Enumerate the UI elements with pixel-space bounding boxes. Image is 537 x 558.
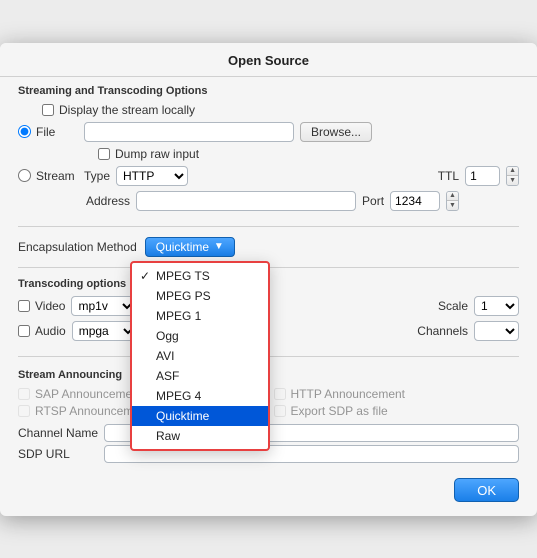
- browse-button[interactable]: Browse...: [300, 122, 372, 142]
- display-stream-row: Display the stream locally: [18, 103, 519, 117]
- port-up[interactable]: ▲: [447, 192, 458, 202]
- display-stream-label[interactable]: Display the stream locally: [42, 103, 195, 117]
- ttl-stepper[interactable]: ▲ ▼: [506, 166, 519, 186]
- dropdown-item-mpeg-4[interactable]: MPEG 4: [132, 386, 268, 406]
- sdp-url-field-label: SDP URL: [18, 447, 98, 461]
- dialog-title: Open Source: [0, 43, 537, 77]
- port-down[interactable]: ▼: [447, 201, 458, 210]
- stream-radio-label[interactable]: Stream: [18, 169, 78, 183]
- http-announcement-checkbox[interactable]: [274, 388, 286, 400]
- file-radio[interactable]: [18, 125, 31, 138]
- type-select[interactable]: HTTP UDP RTP: [116, 166, 188, 186]
- audio-checkbox[interactable]: [18, 325, 30, 337]
- scale-label: Scale: [438, 299, 468, 313]
- address-input[interactable]: [136, 191, 356, 211]
- export-sdp-checkbox[interactable]: [274, 405, 286, 417]
- bottom-row: OK: [0, 470, 537, 502]
- dropdown-item-mpeg-ps[interactable]: MPEG PS: [132, 286, 268, 306]
- channels-label: Channels: [417, 324, 468, 338]
- stream-row: Stream Type HTTP UDP RTP TTL ▲ ▼: [18, 166, 519, 186]
- channel-name-field-label: Channel Name: [18, 426, 98, 440]
- encapsulation-dropdown: MPEG TS MPEG PS MPEG 1 Ogg AVI ASF MPEG …: [130, 261, 270, 451]
- ttl-up[interactable]: ▲: [507, 167, 518, 177]
- port-input[interactable]: [390, 191, 440, 211]
- port-stepper[interactable]: ▲ ▼: [446, 191, 459, 211]
- dropdown-item-mpeg-1[interactable]: MPEG 1: [132, 306, 268, 326]
- dropdown-item-avi[interactable]: AVI: [132, 346, 268, 366]
- video-checkbox-label[interactable]: Video: [18, 299, 65, 313]
- file-row: File Browse...: [18, 122, 519, 142]
- encapsulation-row: Encapsulation Method Quicktime ▼ MPEG TS…: [0, 233, 537, 261]
- stream-radio[interactable]: [18, 169, 31, 182]
- dump-raw-row: Dump raw input: [18, 147, 519, 161]
- file-input[interactable]: [84, 122, 294, 142]
- display-stream-checkbox[interactable]: [42, 104, 54, 116]
- audio-checkbox-label[interactable]: Audio: [18, 324, 66, 338]
- streaming-section: Streaming and Transcoding Options Displa…: [0, 77, 537, 220]
- divider-1: [18, 226, 519, 227]
- channels-select[interactable]: [474, 321, 519, 341]
- video-checkbox[interactable]: [18, 300, 30, 312]
- video-codec-select[interactable]: mp1v: [71, 296, 136, 316]
- encapsulation-select-button[interactable]: Quicktime ▼: [145, 237, 235, 257]
- ttl-down[interactable]: ▼: [507, 176, 518, 185]
- encapsulation-label: Encapsulation Method: [18, 240, 137, 254]
- dropdown-item-raw[interactable]: Raw: [132, 426, 268, 446]
- dump-raw-label[interactable]: Dump raw input: [98, 147, 199, 161]
- scale-select[interactable]: 1: [474, 296, 519, 316]
- ttl-input[interactable]: [465, 166, 500, 186]
- address-label: Address: [86, 194, 130, 208]
- streaming-section-title: Streaming and Transcoding Options: [18, 85, 519, 97]
- dropdown-item-asf[interactable]: ASF: [132, 366, 268, 386]
- rtsp-checkbox[interactable]: [18, 405, 30, 417]
- type-label: Type: [84, 169, 110, 183]
- sap-checkbox[interactable]: [18, 388, 30, 400]
- port-label: Port: [362, 194, 384, 208]
- file-radio-label[interactable]: File: [18, 125, 78, 139]
- dropdown-item-quicktime[interactable]: Quicktime: [132, 406, 268, 426]
- dropdown-item-mpeg-ts[interactable]: MPEG TS: [132, 266, 268, 286]
- export-sdp-label[interactable]: Export SDP as file: [274, 404, 520, 418]
- open-source-dialog: Open Source Streaming and Transcoding Op…: [0, 43, 537, 516]
- address-row: Address Port ▲ ▼: [18, 191, 519, 211]
- dump-raw-checkbox[interactable]: [98, 148, 110, 160]
- audio-codec-select[interactable]: mpga: [72, 321, 137, 341]
- ok-button[interactable]: OK: [454, 478, 519, 502]
- http-announcement-label[interactable]: HTTP Announcement: [274, 387, 520, 401]
- ttl-label: TTL: [438, 169, 459, 183]
- dropdown-item-ogg[interactable]: Ogg: [132, 326, 268, 346]
